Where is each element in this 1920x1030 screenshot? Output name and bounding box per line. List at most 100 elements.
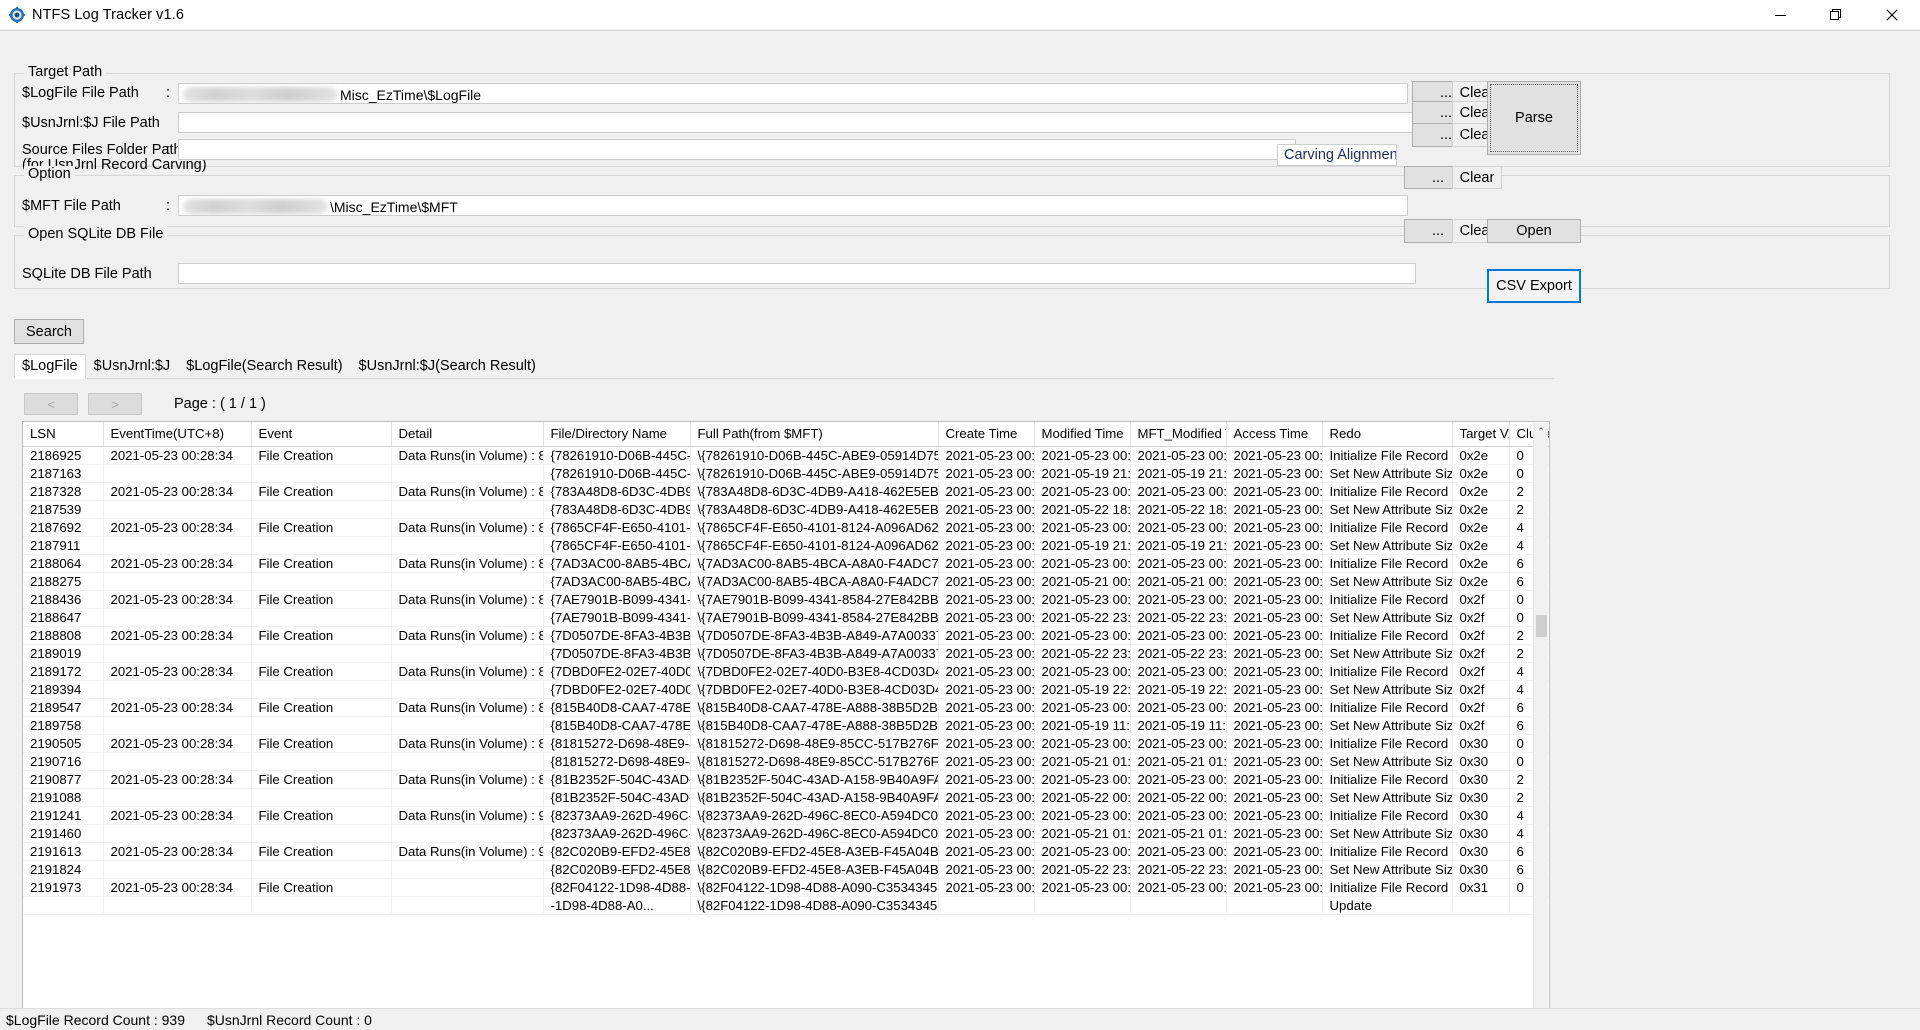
cell-redo: Set New Attribute Sizes — [1322, 608, 1453, 627]
table-row[interactable]: 2191088 {81B2352F-504C-43AD-A1...\{81B235… — [23, 788, 1549, 807]
cell-target: 0x2f — [1452, 680, 1510, 699]
cell-event — [251, 896, 392, 915]
window-title: NTFS Log Tracker v1.6 — [32, 6, 184, 23]
cell-access: 2021-05-23 00:... — [1226, 878, 1323, 897]
column-header-event[interactable]: Event — [251, 422, 392, 447]
cell-redo: Initialize File Record Seg... — [1322, 806, 1453, 825]
table-row[interactable]: 2188808 2021-05-23 00:28:34 File Creation D… — [23, 626, 1549, 645]
scroll-up-arrow-icon[interactable]: ⌃ — [1534, 423, 1548, 439]
tab-usnjrnl[interactable]: $UsnJrnl:$J — [86, 354, 179, 378]
column-header-mftmod[interactable]: MFT_Modified T... — [1130, 422, 1227, 447]
cell-filename: {815B40D8-CAA7-478E-A8... — [543, 716, 691, 735]
cell-fullpath: \{81815272-D698-48E9-85CC-517B276FEF3... — [690, 752, 939, 771]
column-header-fullpath[interactable]: Full Path(from $MFT) — [690, 422, 939, 447]
minimize-button[interactable] — [1752, 0, 1808, 30]
table-row[interactable]: 2189019 {7D0507DE-8FA3-4B3B-A8...\{7D0507… — [23, 644, 1549, 663]
maximize-button[interactable] — [1808, 0, 1864, 30]
csv-export-button[interactable]: CSV Export — [1487, 269, 1581, 303]
table-row[interactable]: 2191824 {82C020B9-EFD2-45E8-A3...\{82C020… — [23, 860, 1549, 879]
cell-eventtime: 2021-05-23 00:28:34 — [103, 770, 252, 789]
table-row[interactable]: 2188064 2021-05-23 00:28:34 File Creation D… — [23, 554, 1549, 573]
table-row[interactable]: 2191613 2021-05-23 00:28:34 File Creation D… — [23, 842, 1549, 861]
table-row[interactable]: 2189172 2021-05-23 00:28:34 File Creation D… — [23, 662, 1549, 681]
mft-path-input[interactable]: \Misc_EzTime\$MFT — [178, 195, 1408, 216]
usnjrnl-path-input[interactable] — [178, 112, 1416, 133]
cell-event — [251, 860, 392, 879]
table-row[interactable]: 2187539 {783A48D8-6D3C-4DB9-A4...\{783A48… — [23, 500, 1549, 519]
cell-access: 2021-05-23 00:... — [1226, 536, 1323, 555]
table-row[interactable]: 2187692 2021-05-23 00:28:34 File Creation D… — [23, 518, 1549, 537]
column-header-create[interactable]: Create Time — [938, 422, 1035, 447]
search-button[interactable]: Search — [14, 319, 84, 344]
source-folder-input[interactable] — [178, 139, 1296, 160]
cell-redo: Set New Attribute Sizes — [1322, 500, 1453, 519]
column-header-eventtime[interactable]: EventTime(UTC+8) — [103, 422, 252, 447]
cell-access: 2021-05-23 00:... — [1226, 752, 1323, 771]
logfile-path-input[interactable]: Misc_EzTime\$LogFile — [178, 83, 1408, 104]
table-row[interactable]: 2190505 2021-05-23 00:28:34 File Creation D… — [23, 734, 1549, 753]
cell-event: File Creation — [251, 878, 392, 897]
pager-next-button[interactable]: > — [88, 393, 142, 415]
table-row[interactable]: -1D98-4D88-A0... \{82F04122-1D98-4D88-A09… — [23, 896, 1549, 915]
table-row[interactable]: 2188436 2021-05-23 00:28:34 File Creation D… — [23, 590, 1549, 609]
table-row[interactable]: 2191460 {82373AA9-262D-496C-8E...\{82373A… — [23, 824, 1549, 843]
column-header-lsn[interactable]: LSN — [23, 422, 104, 447]
table-row[interactable]: 2187163 {78261910-D06B-445C-AB...\{782619… — [23, 464, 1549, 483]
cell-lsn: 2191241 — [23, 806, 104, 825]
column-header-target[interactable]: Target V... — [1452, 422, 1510, 447]
column-header-access[interactable]: Access Time — [1226, 422, 1323, 447]
close-button[interactable] — [1864, 0, 1920, 30]
cell-mftmod: 2021-05-23 00:... — [1130, 482, 1227, 501]
cell-detail: Data Runs(in Volume) : 887... — [391, 554, 544, 573]
cell-filename: {7D0507DE-8FA3-4B3B-A8... — [543, 644, 691, 663]
table-row[interactable]: 2186925 2021-05-23 00:28:34 File Creation D… — [23, 446, 1549, 465]
table-row[interactable]: 2188647 {7AE7901B-B099-4341-858...\{7AE79… — [23, 608, 1549, 627]
cell-filename: {7AD3AC00-8AB5-4BCA-A8... — [543, 554, 691, 573]
cell-target: 0x30 — [1452, 752, 1510, 771]
table-row[interactable]: 2187328 2021-05-23 00:28:34 File Creation D… — [23, 482, 1549, 501]
cell-modified: 2021-05-23 00:... — [1034, 554, 1131, 573]
table-vertical-scrollbar[interactable]: ⌃ ⌄ — [1533, 423, 1548, 1018]
cell-eventtime — [103, 680, 252, 699]
cell-fullpath: \{815B40D8-CAA7-478E-A888-38B5D2B0D5... — [690, 716, 939, 735]
cell-target: 0x30 — [1452, 788, 1510, 807]
tab-usnjrnl-search-result[interactable]: $UsnJrnl:$J(Search Result) — [351, 354, 544, 378]
table-row[interactable]: 2191241 2021-05-23 00:28:34 File Creation D… — [23, 806, 1549, 825]
cell-create: 2021-05-23 00:... — [938, 464, 1035, 483]
table-row[interactable]: 2189758 {815B40D8-CAA7-478E-A8...\{815B40… — [23, 716, 1549, 735]
sqlite-open-button[interactable]: Open — [1487, 219, 1581, 243]
cell-detail: Data Runs(in Volume) : 888... — [391, 590, 544, 609]
cell-filename: {7865CF4F-E650-4101-812... — [543, 518, 691, 537]
table-row[interactable]: 2188275 {7AD3AC00-8AB5-4BCA-A8...\{7AD3AC… — [23, 572, 1549, 591]
cell-fullpath: \{7D0507DE-8FA3-4B3B-A849-A7A003374C... — [690, 626, 939, 645]
column-header-filename[interactable]: File/Directory Name — [543, 422, 691, 447]
cell-redo: Set New Attribute Sizes — [1322, 680, 1453, 699]
tab-logfile[interactable]: $LogFile — [14, 354, 86, 379]
cell-lsn: 2186925 — [23, 446, 104, 465]
log-table-body: 2186925 2021-05-23 00:28:34 File Creation D… — [23, 446, 1549, 915]
sqlite-path-input[interactable] — [178, 263, 1416, 284]
sqlite-legend: Open SQLite DB File — [24, 226, 168, 242]
table-row[interactable]: 2190877 2021-05-23 00:28:34 File Creation D… — [23, 770, 1549, 789]
cell-lsn: 2191973 — [23, 878, 104, 897]
pager-prev-button[interactable]: < — [24, 393, 78, 415]
cell-modified: 2021-05-21 01:... — [1034, 824, 1131, 843]
column-header-redo[interactable]: Redo — [1322, 422, 1453, 447]
column-header-modified[interactable]: Modified Time — [1034, 422, 1131, 447]
table-row[interactable]: 2191973 2021-05-23 00:28:34 File Creation {… — [23, 878, 1549, 897]
tab-logfile-search-result[interactable]: $LogFile(Search Result) — [178, 354, 350, 378]
carving-alignment-select[interactable]: Carving Alignment ⌄ — [1277, 144, 1397, 166]
parse-button[interactable]: Parse — [1487, 81, 1581, 155]
mft-clear-button[interactable]: Clear — [1452, 166, 1502, 189]
column-header-detail[interactable]: Detail — [391, 422, 544, 447]
scrollbar-thumb[interactable] — [1536, 615, 1547, 637]
cell-lsn: 2190716 — [23, 752, 104, 771]
table-row[interactable]: 2189547 2021-05-23 00:28:34 File Creation D… — [23, 698, 1549, 717]
log-table[interactable]: LSN EventTime(UTC+8) Event Detail File/Direc… — [22, 421, 1550, 1019]
cell-filename: -1D98-4D88-A0... — [543, 896, 691, 915]
cell-modified: 2021-05-23 00:... — [1034, 842, 1131, 861]
table-row[interactable]: 2189394 {7DBD0FE2-02E7-40D0-B3...\{7DBD0F… — [23, 680, 1549, 699]
cell-eventtime: 2021-05-23 00:28:34 — [103, 698, 252, 717]
table-row[interactable]: 2187911 {7865CF4F-E650-4101-812...\{7865C… — [23, 536, 1549, 555]
table-row[interactable]: 2190716 {81815272-D698-48E9-85C...\{81815… — [23, 752, 1549, 771]
